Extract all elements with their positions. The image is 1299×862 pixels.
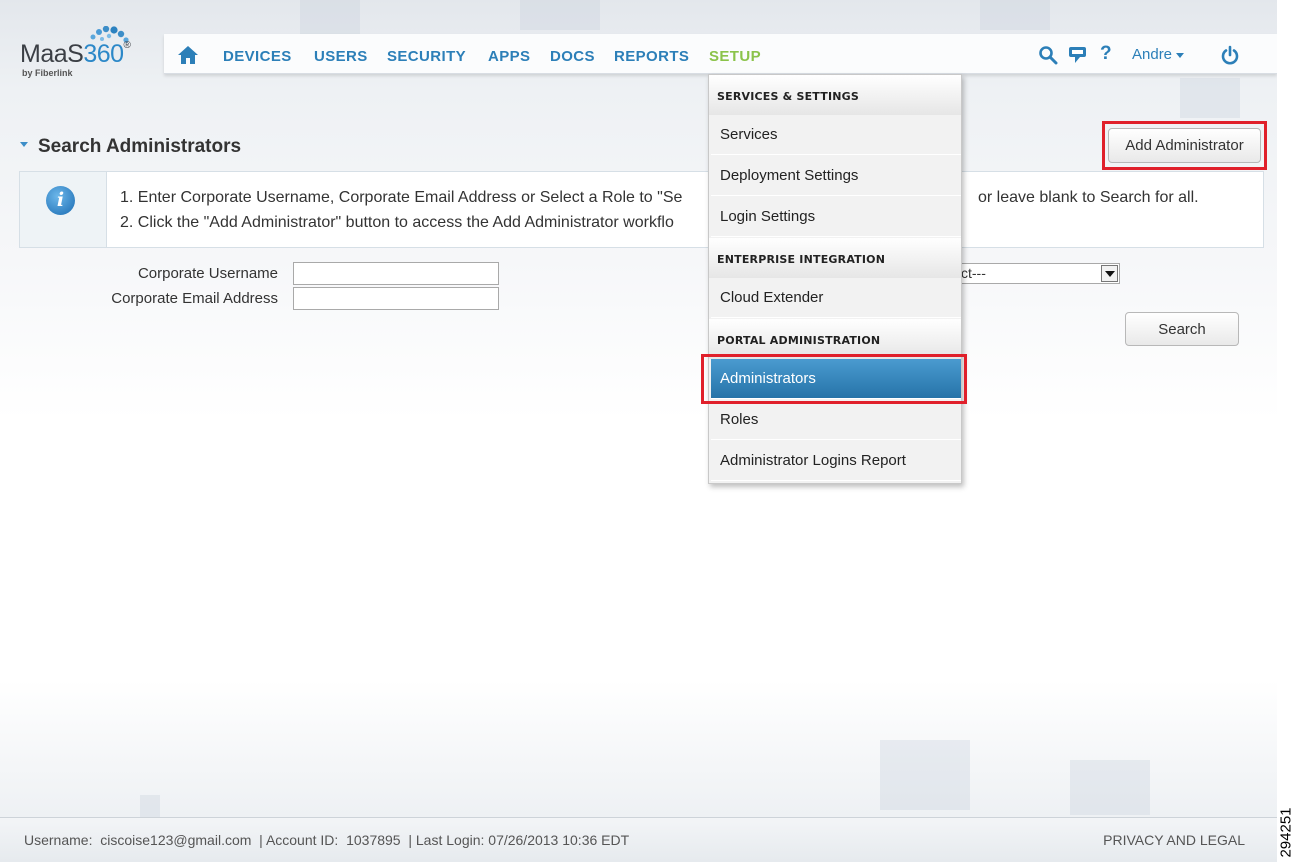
page-title[interactable]: Search Administrators — [20, 136, 241, 158]
role-select-value: ct--- — [961, 265, 986, 281]
footer-status: Username: ciscoise123@gmail.com | Accoun… — [24, 832, 630, 848]
menu-header-enterprise-integration: ENTERPRISE INTEGRATION — [709, 238, 961, 278]
nav-devices[interactable]: DEVICES — [223, 48, 292, 65]
bg-tile — [1070, 760, 1150, 815]
privacy-legal-link[interactable]: PRIVACY AND LEGAL — [1103, 832, 1245, 848]
nav-users[interactable]: USERS — [314, 48, 368, 65]
page-title-text: Search Administrators — [38, 136, 242, 157]
figure-code: 294251 — [1277, 804, 1298, 860]
help-icon[interactable]: ? — [1100, 43, 1120, 64]
home-icon[interactable] — [177, 45, 199, 65]
add-administrator-highlight: Add Administrator — [1102, 121, 1267, 170]
top-nav-bar: DEVICES USERS SECURITY APPS DOCS REPORTS… — [164, 34, 1277, 74]
menu-header-services-settings: SERVICES & SETTINGS — [709, 75, 961, 115]
nav-reports[interactable]: REPORTS — [614, 48, 689, 65]
maas360-logo: MaaS360® by Fiberlink — [20, 26, 145, 78]
administrators-highlight — [701, 354, 967, 404]
menu-item-administrator-logins-report[interactable]: Administrator Logins Report — [711, 441, 961, 481]
bg-tile — [880, 740, 970, 810]
role-select[interactable]: ct--- — [940, 263, 1120, 284]
menu-item-roles[interactable]: Roles — [711, 400, 961, 440]
search-button[interactable]: Search — [1125, 312, 1239, 346]
nav-setup[interactable]: SETUP — [709, 48, 761, 65]
logo-wordmark: MaaS360® — [20, 40, 131, 68]
info-line-2: 2. Click the "Add Administrator" button … — [120, 214, 674, 231]
app-window: MaaS360® by Fiberlink DEVICES USERS SECU… — [0, 0, 1277, 862]
corporate-email-input[interactable] — [293, 287, 499, 310]
collapse-triangle-icon — [20, 142, 28, 148]
logo-tagline: by Fiberlink — [22, 68, 73, 78]
chevron-down-icon — [1176, 52, 1185, 58]
menu-item-login-settings[interactable]: Login Settings — [711, 197, 961, 237]
menu-item-services[interactable]: Services — [711, 115, 961, 155]
info-line-1-tail: or leave blank to Search for all. — [978, 189, 1199, 206]
corporate-username-label: Corporate Username — [137, 265, 278, 282]
nav-docs[interactable]: DOCS — [550, 48, 595, 65]
chat-icon[interactable] — [1068, 45, 1088, 65]
bg-tile — [980, 0, 1050, 30]
user-name: Andre — [1132, 46, 1173, 63]
info-icon-cell: i — [20, 172, 107, 247]
setup-dropdown-menu: SERVICES & SETTINGS Services Deployment … — [708, 74, 962, 484]
figure-code-text: 294251 — [1277, 807, 1295, 858]
bg-tile — [520, 0, 600, 30]
menu-item-deployment-settings[interactable]: Deployment Settings — [711, 156, 961, 196]
corporate-email-label: Corporate Email Address — [111, 290, 278, 307]
info-line-1: 1. Enter Corporate Username, Corporate E… — [120, 189, 683, 206]
nav-apps[interactable]: APPS — [488, 48, 530, 65]
info-panel: i 1. Enter Corporate Username, Corporate… — [19, 171, 1264, 248]
user-menu[interactable]: Andre — [1132, 46, 1185, 63]
footer-bar: Username: ciscoise123@gmail.com | Accoun… — [0, 817, 1277, 862]
info-icon: i — [46, 186, 75, 215]
corporate-username-input[interactable] — [293, 262, 499, 285]
menu-header-portal-administration: PORTAL ADMINISTRATION — [709, 319, 961, 359]
bg-tile — [300, 0, 360, 34]
power-icon[interactable] — [1220, 45, 1240, 65]
chevron-down-icon[interactable] — [1101, 265, 1118, 282]
menu-item-cloud-extender[interactable]: Cloud Extender — [711, 278, 961, 318]
bg-tile — [1180, 78, 1240, 118]
nav-security[interactable]: SECURITY — [387, 48, 466, 65]
add-administrator-button[interactable]: Add Administrator — [1108, 128, 1261, 163]
search-icon[interactable] — [1038, 45, 1058, 65]
bg-tile — [140, 795, 160, 817]
